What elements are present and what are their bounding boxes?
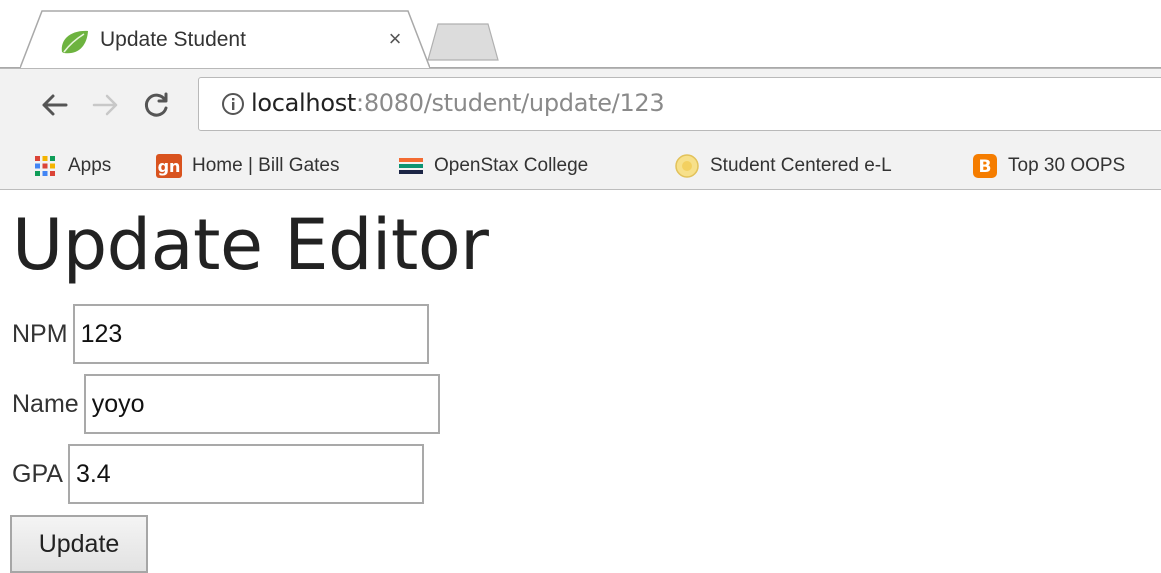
tab-strip: Update Student × [0, 0, 1161, 69]
new-tab-button[interactable] [426, 22, 506, 62]
bookmark-top-30-oops[interactable]: B Top 30 OOPS [972, 148, 1125, 184]
browser-toolbar: localhost:8080/student/update/123 [0, 68, 1161, 142]
bookmark-apps[interactable]: Apps [32, 148, 111, 184]
spring-leaf-icon [61, 30, 88, 54]
name-field[interactable] [83, 374, 440, 434]
bookmark-label: Home | Bill Gates [192, 155, 340, 176]
update-button[interactable]: Update [10, 515, 148, 573]
url-host: localhost [251, 89, 357, 117]
gpa-label: GPA [12, 459, 63, 488]
url-path: :8080/student/update/123 [356, 89, 665, 117]
gpa-row: GPA [12, 444, 424, 504]
url-text[interactable]: localhost:8080/student/update/123 [251, 89, 665, 117]
arrow-left-icon [42, 94, 68, 116]
bookmarks-bar: Apps gn Home | Bill Gates OpenStax Colle… [0, 142, 1161, 190]
gpa-field[interactable] [67, 444, 424, 504]
info-icon[interactable] [221, 92, 245, 116]
forward-button[interactable] [88, 87, 124, 123]
name-label: Name [12, 389, 79, 418]
svg-text:gn: gn [158, 157, 181, 176]
apps-grid-icon [32, 153, 58, 179]
npm-field[interactable] [72, 304, 429, 364]
reload-icon [144, 92, 168, 117]
blogger-icon: B [972, 153, 998, 179]
page-title: Update Editor [12, 204, 489, 286]
npm-row: NPM [12, 304, 429, 364]
back-button[interactable] [36, 87, 72, 123]
arrow-right-icon [92, 94, 118, 116]
bookmark-label: Student Centered e-L [710, 155, 892, 176]
bookmark-label: Apps [68, 155, 112, 176]
bookmark-student-centered[interactable]: Student Centered e-L [674, 148, 892, 184]
name-row: Name [12, 374, 440, 434]
npm-label: NPM [12, 319, 68, 348]
page-content: Update Editor NPM Name GPA Update [0, 190, 1161, 573]
gn-icon: gn [156, 153, 182, 179]
tab-close-icon[interactable]: × [380, 24, 410, 54]
bookmark-label: Top 30 OOPS [1008, 155, 1126, 176]
address-bar[interactable]: localhost:8080/student/update/123 [198, 77, 1161, 131]
reload-button[interactable] [138, 87, 174, 123]
bookmark-openstax[interactable]: OpenStax College [398, 148, 588, 184]
openstax-icon [398, 153, 424, 179]
bookmark-label: OpenStax College [434, 155, 589, 176]
tab-title: Update Student [100, 28, 246, 51]
svg-text:B: B [979, 157, 992, 177]
bookmark-home-bill-gates[interactable]: gn Home | Bill Gates [156, 148, 339, 184]
browser-tab[interactable]: Update Student × [20, 10, 430, 69]
seal-icon [674, 153, 700, 179]
